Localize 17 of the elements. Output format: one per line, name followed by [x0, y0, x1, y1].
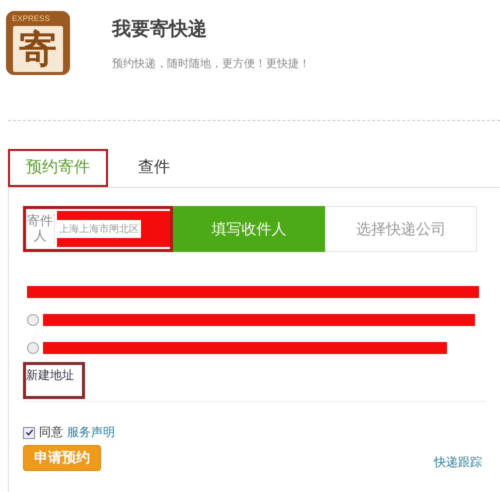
service-terms-link[interactable]: 服务声明	[67, 424, 115, 441]
sender-address: 上海上海市闸北区	[57, 220, 141, 238]
agree-label: 同意	[39, 424, 63, 441]
page-subtitle: 预约快递，随时随地，更方便！更快捷！	[112, 56, 310, 70]
page-title: 我要寄快递	[112, 16, 208, 42]
tab[interactable]: 预约寄件	[8, 149, 108, 187]
step-tab[interactable]: 选择快递公司	[325, 206, 477, 252]
tab[interactable]: 查件	[120, 149, 188, 187]
radio-button[interactable]	[27, 314, 39, 326]
sender-label: 寄件人	[26, 214, 55, 244]
radio-button[interactable]	[27, 342, 39, 354]
submit-button[interactable]: 申请预约	[23, 445, 101, 471]
checkbox[interactable]	[23, 426, 35, 438]
step-tab[interactable]: 填写收件人	[173, 206, 325, 252]
logo-icon: EXPRESS 寄	[6, 11, 70, 75]
new-address-link[interactable]: 新建地址	[23, 362, 85, 399]
tracking-link[interactable]: 快递跟踪	[434, 454, 482, 471]
